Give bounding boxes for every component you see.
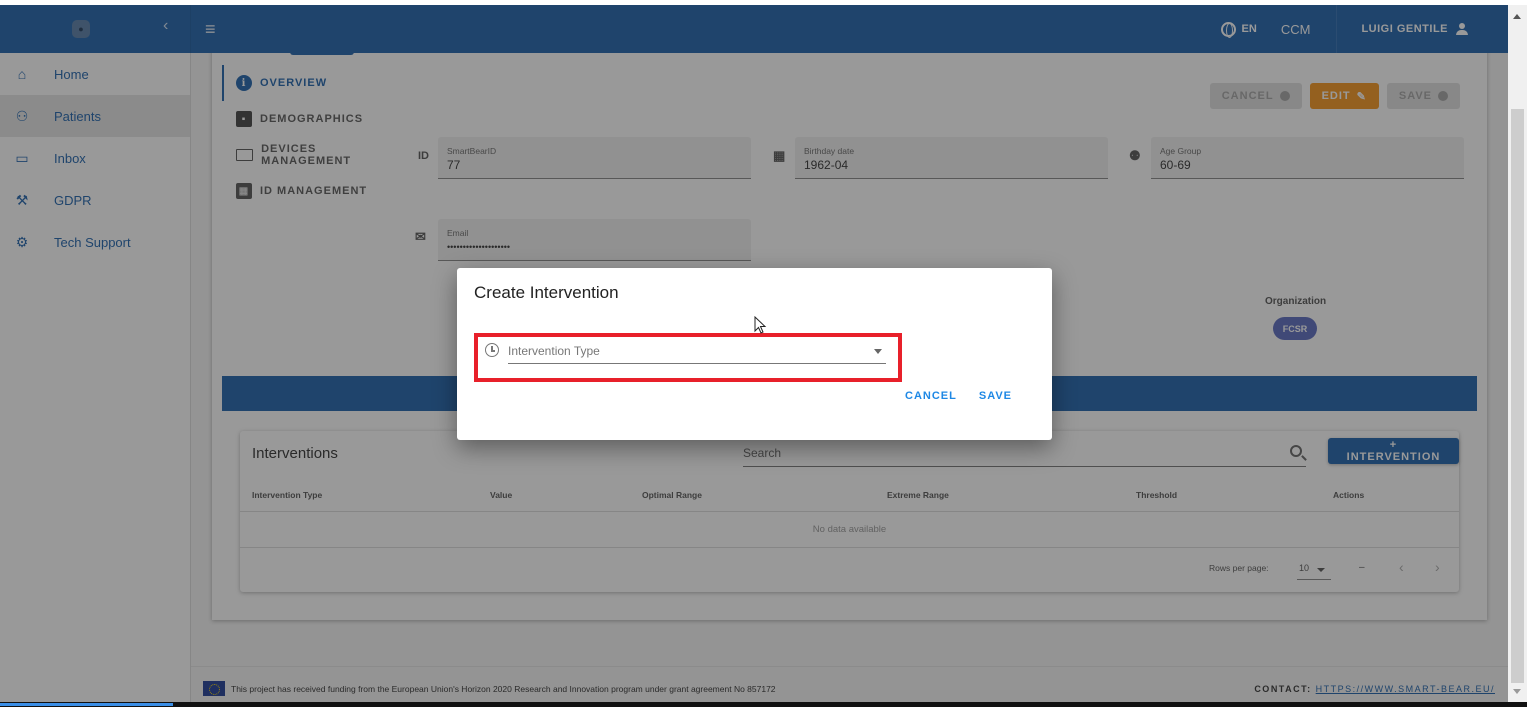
dialog-save-button[interactable]: SAVE — [979, 390, 1012, 402]
loading-progress-bar — [0, 703, 173, 706]
create-intervention-dialog: Create Intervention Intervention Type CA… — [457, 268, 1052, 440]
select-placeholder: Intervention Type — [508, 344, 600, 358]
alarm-clock-icon — [485, 343, 499, 357]
scroll-up-icon[interactable] — [1513, 10, 1521, 19]
vertical-scrollbar[interactable] — [1508, 5, 1527, 702]
scrollbar-thumb[interactable] — [1511, 109, 1524, 683]
caret-down-icon — [874, 349, 882, 358]
dialog-cancel-button[interactable]: CANCEL — [905, 390, 957, 402]
dialog-actions: CANCEL SAVE — [905, 390, 1012, 402]
window-bottom-edge — [0, 702, 1527, 707]
scroll-down-icon[interactable] — [1513, 689, 1521, 698]
intervention-type-select[interactable]: Intervention Type — [508, 340, 886, 364]
app-viewport: ● ‹ ≡ EN CCM LUIGI GENTILE ⌂ Home ⚇ Pati… — [0, 5, 1508, 702]
dialog-title: Create Intervention — [474, 283, 619, 302]
